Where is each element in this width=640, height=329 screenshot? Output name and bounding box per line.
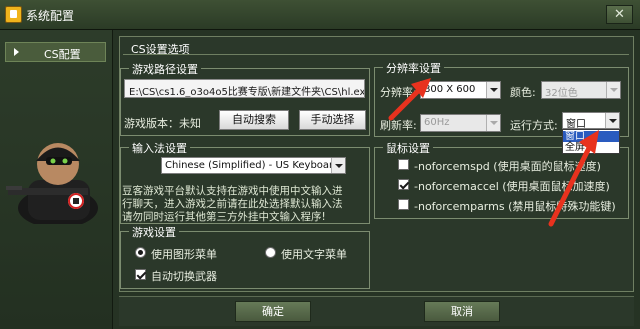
auto-search-button[interactable]: 自动搜索 (219, 110, 289, 130)
soldier-mascot-image (6, 143, 98, 224)
graphic-menu-label: 使用图形菜单 (151, 248, 217, 261)
manual-select-button[interactable]: 手动选择 (299, 110, 366, 130)
noforcemaccel-checkbox[interactable] (398, 179, 409, 190)
title-bar: 系统配置 ✕ (0, 0, 640, 30)
text-menu-label: 使用文字菜单 (281, 248, 347, 261)
window-title: 系统配置 (26, 9, 75, 23)
mouse-settings-group-title: 鼠标设置 (383, 140, 433, 156)
game-version-label: 游戏版本：未知 (124, 117, 201, 130)
main-content: CS设置选项 游戏路径设置 E:\CS\cs1.6_o3o4o5比赛专版\新建文… (113, 30, 640, 329)
input-method-group-title: 输入法设置 (129, 140, 190, 156)
noforcemspd-checkbox[interactable] (398, 159, 409, 170)
cancel-button[interactable]: 取消 (424, 301, 500, 322)
sidebar-item-label: CS配置 (44, 48, 81, 61)
chevron-down-icon (486, 115, 500, 131)
chevron-down-icon (486, 82, 500, 98)
input-method-value: Chinese (Simplified) - US Keyboard (165, 160, 340, 171)
footer-bar (119, 296, 634, 326)
chevron-right-icon (14, 48, 19, 56)
noforcemparms-checkbox[interactable] (398, 199, 409, 210)
auto-switch-weapon-checkbox[interactable] (135, 269, 146, 280)
chevron-down-icon (606, 82, 620, 98)
game-path-field[interactable]: E:\CS\cs1.6_o3o4o5比赛专版\新建文件夹\CS\hl.exe (124, 79, 365, 98)
ok-button[interactable]: 确定 (235, 301, 311, 322)
divider (123, 54, 629, 55)
game-path-group-title: 游戏路径设置 (129, 61, 201, 77)
color-label: 颜色: (510, 86, 536, 99)
text-menu-radio[interactable] (265, 247, 276, 258)
color-select[interactable]: 32位色 (541, 81, 621, 99)
sidebar: CS配置 (0, 30, 113, 329)
color-value: 32位色 (545, 88, 578, 99)
annotation-arrow-resolution (388, 78, 431, 121)
close-button[interactable]: ✕ (606, 5, 633, 24)
input-method-notice-3: 请勿同时运行其他第三方外挂中文输入程序! (122, 211, 326, 223)
app-icon (5, 6, 22, 23)
auto-switch-weapon-label: 自动切换武器 (151, 270, 217, 283)
input-method-select[interactable]: Chinese (Simplified) - US Keyboard (161, 157, 346, 174)
sidebar-item-cs-config[interactable]: CS配置 (5, 42, 106, 62)
graphic-menu-radio[interactable] (135, 247, 146, 258)
chevron-down-icon (331, 158, 345, 173)
annotation-arrow-run-mode (548, 130, 599, 227)
game-settings-group-title: 游戏设置 (129, 224, 179, 240)
